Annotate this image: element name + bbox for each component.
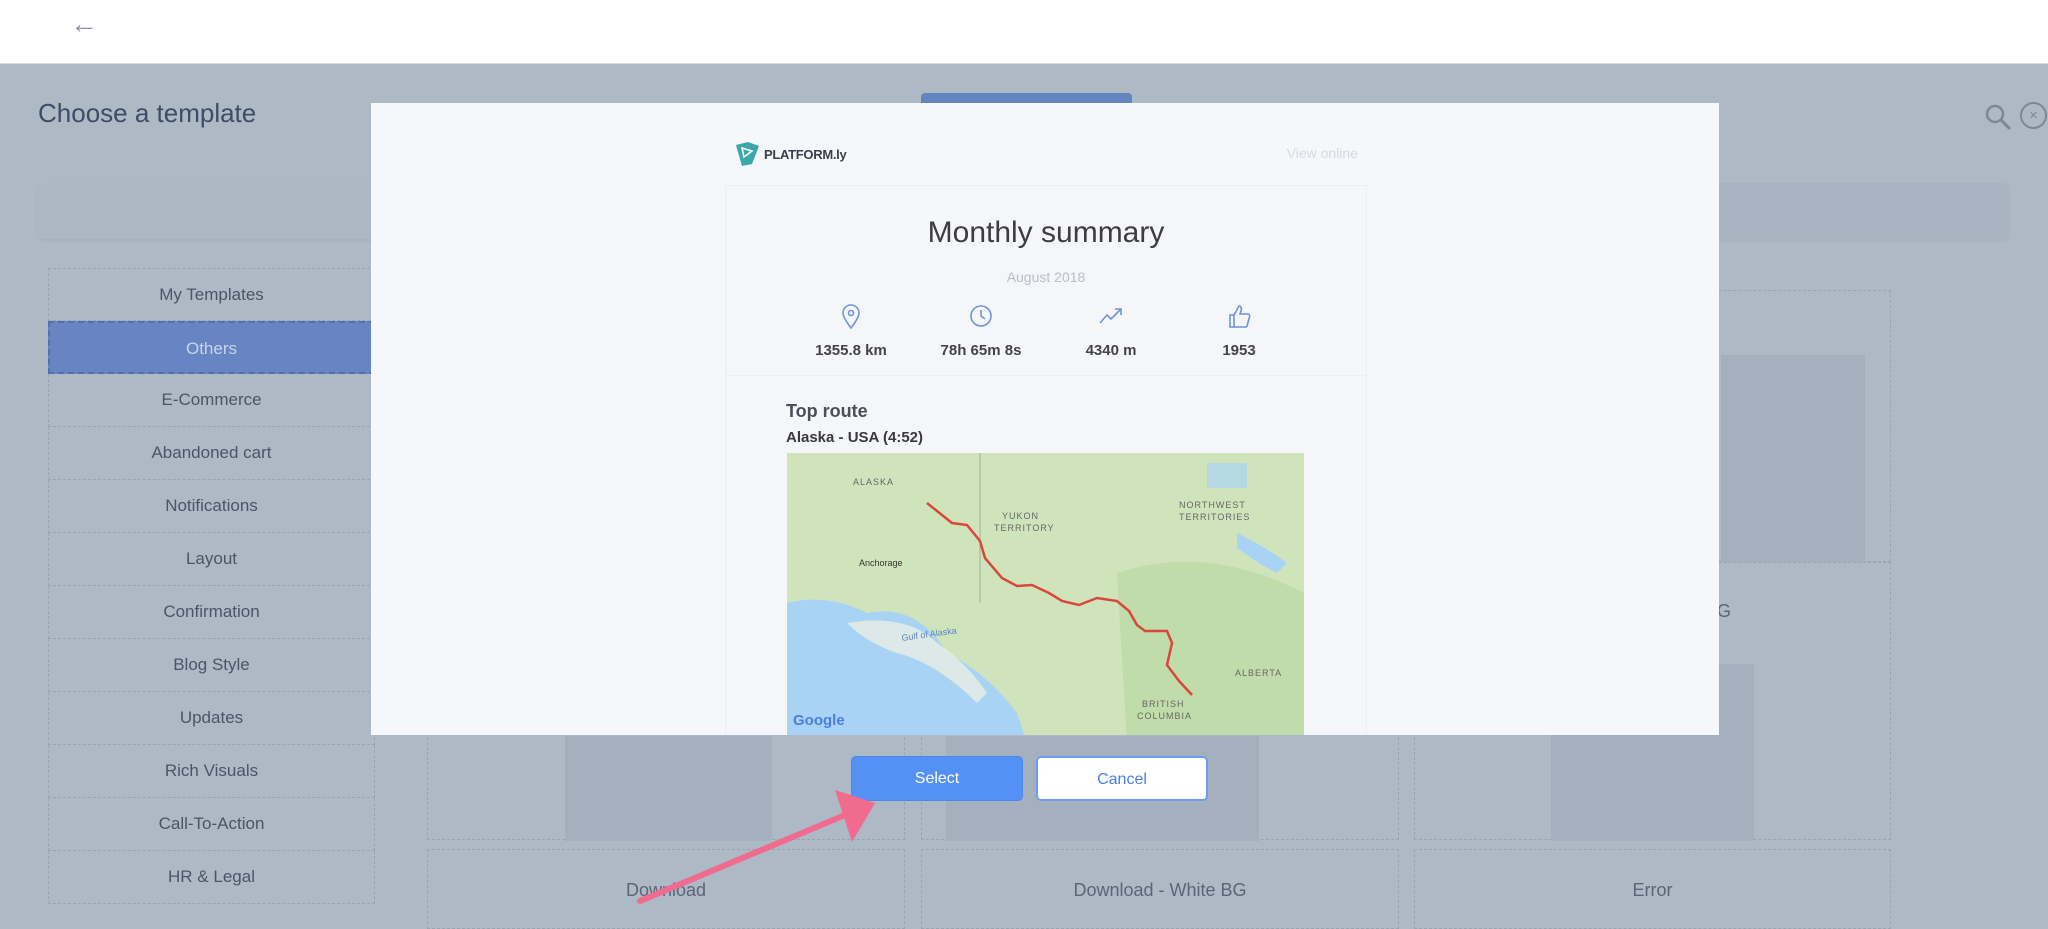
template-label: Download - White BG <box>1073 880 1247 900</box>
cancel-button[interactable]: Cancel <box>1036 756 1208 801</box>
email-preview: Monthly summary August 2018 1355.8 km 78… <box>725 185 1367 735</box>
map-label: ALASKA <box>853 477 894 487</box>
map-label: ALBERTA <box>1235 668 1282 678</box>
map-label: Anchorage <box>859 558 903 568</box>
sidebar-item-blog-style[interactable]: Blog Style <box>48 639 375 692</box>
template-card-download-white-bg[interactable]: Download - White BG <box>921 849 1399 929</box>
stat-distance: 1355.8 km <box>781 302 921 359</box>
route-map[interactable]: ALASKA YUKON TERRITORY NORTHWEST TERRITO… <box>787 453 1304 735</box>
view-online-link[interactable]: View online <box>1287 145 1358 161</box>
map-label: TERRITORY <box>994 523 1055 533</box>
sidebar-item-layout[interactable]: Layout <box>48 533 375 586</box>
platformly-logo: PLATFORM.ly <box>734 141 847 167</box>
page-title: Choose a template <box>38 98 257 128</box>
thumbs-up-icon <box>1229 305 1251 328</box>
map-label: TERRITORIES <box>1179 512 1250 522</box>
sidebar-item-rich-visuals[interactable]: Rich Visuals <box>48 745 375 798</box>
stat-value: 1953 <box>1222 342 1256 359</box>
map-label: BRITISH <box>1142 699 1185 709</box>
stat-value: 1355.8 km <box>815 342 887 359</box>
sidebar-item-abandoned-cart[interactable]: Abandoned cart <box>48 427 375 480</box>
template-card-error[interactable]: Error <box>1414 849 1891 929</box>
select-button[interactable]: Select <box>851 756 1023 801</box>
sidebar-item-others[interactable]: Others <box>48 321 375 374</box>
template-label: Error <box>1632 880 1673 900</box>
summary-section: Monthly summary August 2018 1355.8 km 78… <box>726 186 1366 376</box>
search-icon[interactable] <box>1984 103 2012 131</box>
summary-title: Monthly summary <box>927 216 1165 249</box>
top-bar: ← <box>0 0 2048 64</box>
summary-date: August 2018 <box>1006 269 1086 285</box>
stat-value: 78h 65m 8s <box>940 342 1022 359</box>
sidebar-item-call-to-action[interactable]: Call-To-Action <box>48 798 375 851</box>
sidebar-item-hr-legal[interactable]: HR & Legal <box>48 851 375 904</box>
template-card-download[interactable]: Download <box>427 849 905 929</box>
trending-up-icon <box>1099 308 1122 324</box>
map-pin-icon <box>842 304 860 330</box>
sidebar-item-confirmation[interactable]: Confirmation <box>48 586 375 639</box>
map-label: COLUMBIA <box>1137 711 1192 721</box>
google-logo: Google <box>793 712 845 729</box>
logo-icon <box>736 142 759 166</box>
route-subtitle: Alaska - USA (4:52) <box>786 429 923 446</box>
category-sidebar: My Templates Others E-Commerce Abandoned… <box>48 268 375 904</box>
map-label: NORTHWEST <box>1179 500 1246 510</box>
close-circle-icon[interactable]: × <box>2020 102 2047 129</box>
sidebar-item-notifications[interactable]: Notifications <box>48 480 375 533</box>
arrow-left-icon[interactable]: ← <box>70 8 98 40</box>
logo-text: PLATFORM.ly <box>764 146 847 162</box>
sidebar-item-my-templates[interactable]: My Templates <box>48 268 375 321</box>
stat-likes: 1953 <box>1169 302 1309 359</box>
route-title: Top route <box>786 401 868 421</box>
stat-elevation: 4340 m <box>1041 302 1181 359</box>
sidebar-item-updates[interactable]: Updates <box>48 692 375 745</box>
map-label: YUKON <box>1002 511 1039 521</box>
template-label: Download <box>625 880 707 900</box>
template-thumbnail <box>565 736 772 841</box>
stat-time: 78h 65m 8s <box>911 302 1051 359</box>
template-thumbnail <box>1721 355 1865 562</box>
stat-value: 4340 m <box>1085 342 1137 359</box>
sidebar-item-e-commerce[interactable]: E-Commerce <box>48 374 375 427</box>
template-preview-modal: PLATFORM.ly View online Monthly summary … <box>371 103 1719 735</box>
clock-icon <box>970 305 992 327</box>
